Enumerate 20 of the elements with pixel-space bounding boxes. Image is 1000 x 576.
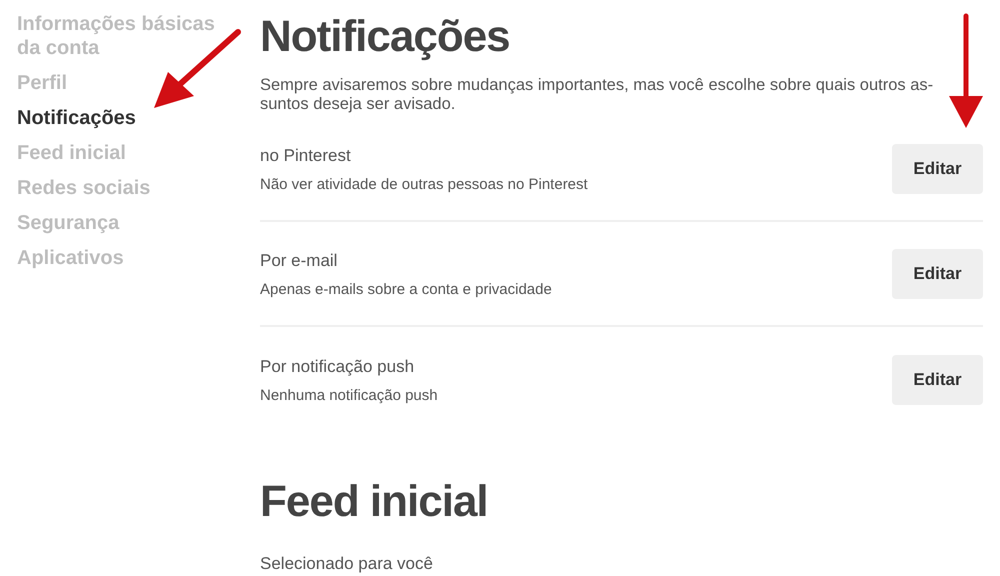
- sidebar-item[interactable]: Perfil: [17, 71, 242, 95]
- edit-button[interactable]: Editar: [892, 354, 983, 404]
- setting-label: Por e-mail: [260, 250, 338, 272]
- edit-button[interactable]: Editar: [892, 144, 983, 194]
- section-description: Sempre avisaremos sobre mudanças importantes, mas você escolhe sobre quais outros as-suntos deseja ser avisado.: [260, 76, 934, 114]
- setting-value: Apenas e-mails sobre a conta e privacidade: [260, 280, 552, 298]
- sidebar-item[interactable]: Aplicativos: [17, 246, 242, 270]
- sidebar-item[interactable]: Segurança: [17, 211, 242, 235]
- setting-value: Não ver atividade de outras pessoas no Pinterest: [260, 176, 588, 192]
- sidebar-item[interactable]: Notificações: [17, 106, 242, 130]
- sidebar-item[interactable]: Feed inicial: [17, 141, 242, 165]
- section-title: Notificações: [260, 12, 511, 62]
- setting-value: Nenhuma notificação push: [260, 386, 438, 404]
- setting-label: Selecionado para você: [260, 553, 434, 575]
- setting-label: Por notificação push: [260, 356, 416, 378]
- sidebar-item[interactable]: Informações básicas da conta: [17, 12, 242, 60]
- sidebar-item[interactable]: Redes sociais: [17, 176, 242, 200]
- section-title: Feed inicial: [260, 477, 489, 527]
- setting-label: no Pinterest: [260, 144, 352, 166]
- edit-button[interactable]: Editar: [892, 248, 983, 298]
